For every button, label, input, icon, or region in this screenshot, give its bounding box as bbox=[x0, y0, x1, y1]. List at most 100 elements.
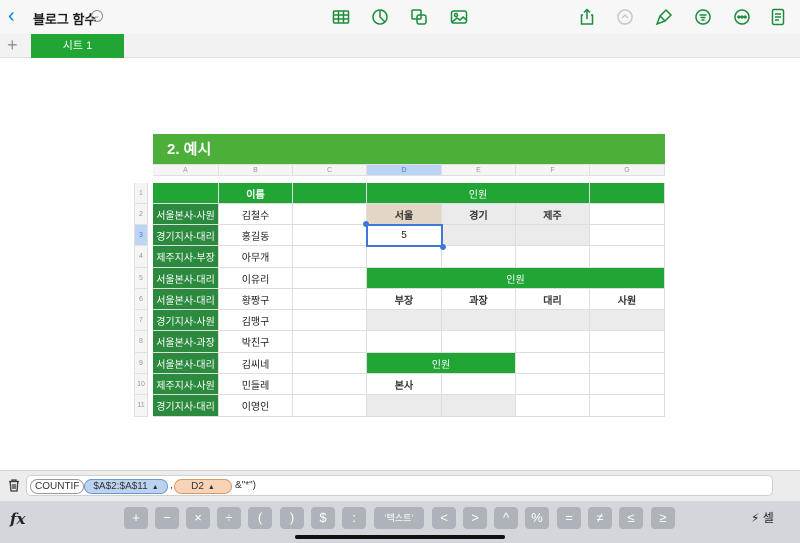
cell-e10[interactable] bbox=[442, 374, 516, 395]
column-header-a[interactable]: A bbox=[153, 164, 219, 176]
row-header-1[interactable]: 1 bbox=[134, 183, 148, 204]
document-title[interactable]: 블로그 함수 bbox=[33, 9, 96, 28]
name-header-cell[interactable]: 이름 bbox=[219, 183, 293, 204]
key-dollar[interactable]: $ bbox=[311, 507, 335, 529]
key-greater-than[interactable]: > bbox=[463, 507, 487, 529]
format-brush-icon[interactable] bbox=[655, 8, 673, 26]
document-icon[interactable] bbox=[769, 8, 787, 26]
block2-label-gwajang[interactable]: 과장 bbox=[442, 289, 516, 310]
share-icon[interactable] bbox=[578, 8, 596, 26]
cell-g11[interactable] bbox=[590, 395, 665, 417]
block3-label-bonsa[interactable]: 본사 bbox=[367, 374, 442, 395]
cell-e4[interactable] bbox=[442, 246, 516, 268]
key-equals[interactable]: = bbox=[557, 507, 581, 529]
key-close-paren[interactable]: ) bbox=[280, 507, 304, 529]
cell-a3[interactable]: 경기지사-대리 bbox=[153, 225, 219, 246]
cell-b7[interactable]: 김맹구 bbox=[219, 310, 293, 331]
cell-a11[interactable]: 경기지사-대리 bbox=[153, 395, 219, 417]
chart-icon[interactable] bbox=[371, 8, 389, 26]
cell-a4[interactable]: 제주지사-부장 bbox=[153, 246, 219, 268]
cell-f9[interactable] bbox=[516, 353, 590, 374]
key-less-equal[interactable]: ≤ bbox=[619, 507, 643, 529]
cell-b10[interactable]: 민들레 bbox=[219, 374, 293, 395]
block2-label-daeri[interactable]: 대리 bbox=[516, 289, 590, 310]
cell-c6[interactable] bbox=[293, 289, 367, 310]
cell-b5[interactable]: 이유리 bbox=[219, 268, 293, 289]
cell-d8[interactable] bbox=[367, 331, 442, 353]
cell-g4[interactable] bbox=[590, 246, 665, 268]
cell-f8[interactable] bbox=[516, 331, 590, 353]
cell-a8[interactable]: 서울본사-과장 bbox=[153, 331, 219, 353]
row-header-2[interactable]: 2 bbox=[134, 204, 148, 225]
key-minus[interactable]: − bbox=[155, 507, 179, 529]
cell-a6[interactable]: 서울본사-대리 bbox=[153, 289, 219, 310]
key-colon[interactable]: : bbox=[342, 507, 366, 529]
row-header-9[interactable]: 9 bbox=[134, 353, 148, 374]
column-header-c[interactable]: C bbox=[293, 164, 367, 176]
block2-header-cell[interactable]: 인원 bbox=[367, 268, 665, 289]
shape-icon[interactable] bbox=[410, 8, 428, 26]
chevron-down-icon[interactable]: ⌄ bbox=[91, 10, 103, 22]
cell-g10[interactable] bbox=[590, 374, 665, 395]
block1-header-cell[interactable]: 인원 bbox=[367, 183, 590, 204]
row-header-5[interactable]: 5 bbox=[134, 268, 148, 289]
cell-a5[interactable]: 서울본사-대리 bbox=[153, 268, 219, 289]
key-plus[interactable]: + bbox=[124, 507, 148, 529]
cell-e11[interactable] bbox=[442, 395, 516, 417]
row-header-11[interactable]: 11 bbox=[134, 395, 148, 417]
selection-handle-top[interactable] bbox=[363, 221, 369, 227]
block1-label-seoul[interactable]: 서울 bbox=[367, 204, 442, 225]
row-header-6[interactable]: 6 bbox=[134, 289, 148, 310]
tab-sheet-1[interactable]: 시트 1 bbox=[31, 34, 124, 58]
column-header-f[interactable]: F bbox=[516, 164, 590, 176]
row-header-8[interactable]: 8 bbox=[134, 331, 148, 353]
key-percent[interactable]: % bbox=[525, 507, 549, 529]
column-header-e[interactable]: E bbox=[442, 164, 516, 176]
block1-label-jeju[interactable]: 제주 bbox=[516, 204, 590, 225]
cell-c5[interactable] bbox=[293, 268, 367, 289]
table-title[interactable]: 2. 예시 bbox=[153, 134, 665, 164]
cell-b11[interactable]: 이영인 bbox=[219, 395, 293, 417]
column-header-g[interactable]: G bbox=[590, 164, 665, 176]
key-multiply[interactable]: × bbox=[186, 507, 210, 529]
back-chevron-icon[interactable]: ‹ bbox=[8, 6, 15, 26]
formula-input[interactable]: COUNTIF $A$2:$A$11 ▲ , D2 ▲ &"*") bbox=[26, 475, 773, 496]
cell-f7[interactable] bbox=[516, 310, 590, 331]
organize-icon[interactable] bbox=[694, 8, 712, 26]
block3-header-cell[interactable]: 인원 bbox=[367, 353, 516, 374]
key-not-equal[interactable]: ≠ bbox=[588, 507, 612, 529]
cell-c11[interactable] bbox=[293, 395, 367, 417]
key-text[interactable]: ‘텍스트’ bbox=[374, 507, 424, 529]
more-icon[interactable] bbox=[733, 8, 751, 26]
cell-f4[interactable] bbox=[516, 246, 590, 268]
row-header-7[interactable]: 7 bbox=[134, 310, 148, 331]
function-token[interactable]: COUNTIF bbox=[30, 479, 85, 494]
cell-f10[interactable] bbox=[516, 374, 590, 395]
add-sheet-icon[interactable]: + bbox=[7, 36, 18, 54]
cell-g3[interactable] bbox=[590, 225, 665, 246]
cell-g9[interactable] bbox=[590, 353, 665, 374]
cell-a10[interactable]: 제주지사-사원 bbox=[153, 374, 219, 395]
header-cell-c1[interactable] bbox=[293, 183, 367, 204]
cell-reference-token[interactable]: D2 ▲ bbox=[174, 479, 232, 494]
key-greater-equal[interactable]: ≥ bbox=[651, 507, 675, 529]
cell-e8[interactable] bbox=[442, 331, 516, 353]
cell-d7[interactable] bbox=[367, 310, 442, 331]
key-caret[interactable]: ^ bbox=[494, 507, 518, 529]
key-divide[interactable]: ÷ bbox=[217, 507, 241, 529]
row-header-3[interactable]: 3 bbox=[134, 225, 148, 246]
cell-mode-button[interactable]: ⚡ 셀 bbox=[751, 509, 774, 526]
cell-d11[interactable] bbox=[367, 395, 442, 417]
column-header-b[interactable]: B bbox=[219, 164, 293, 176]
cell-a7[interactable]: 경기지사-사원 bbox=[153, 310, 219, 331]
cell-f11[interactable] bbox=[516, 395, 590, 417]
column-header-d[interactable]: D bbox=[367, 164, 442, 176]
cell-b9[interactable]: 김씨네 bbox=[219, 353, 293, 374]
cell-g7[interactable] bbox=[590, 310, 665, 331]
cell-b2[interactable]: 김철수 bbox=[219, 204, 293, 225]
header-cell-g1[interactable] bbox=[590, 183, 665, 204]
cell-c4[interactable] bbox=[293, 246, 367, 268]
media-icon[interactable] bbox=[450, 8, 468, 26]
function-browser-icon[interactable]: fx bbox=[10, 510, 25, 528]
cell-g2[interactable] bbox=[590, 204, 665, 225]
